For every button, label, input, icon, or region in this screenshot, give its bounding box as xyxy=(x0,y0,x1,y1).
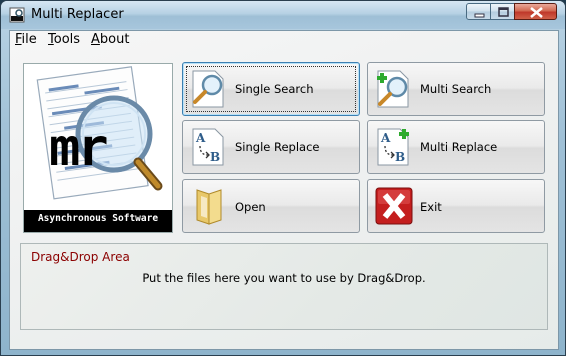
folder-icon xyxy=(196,189,222,225)
drag-drop-hint: Put the files here you want to use by Dr… xyxy=(142,271,426,285)
maximize-button[interactable] xyxy=(490,3,515,20)
minimize-button[interactable] xyxy=(466,3,491,20)
logo-letters: mr xyxy=(49,118,109,178)
exit-label: Exit xyxy=(420,200,442,214)
magnifier-icon xyxy=(192,70,224,108)
svg-text:A: A xyxy=(380,131,391,145)
open-label: Open xyxy=(235,200,266,214)
svg-text:B: B xyxy=(210,150,220,164)
maximize-icon xyxy=(498,7,509,17)
minimize-icon xyxy=(474,13,485,18)
title-bar[interactable]: Multi Replacer xyxy=(1,1,565,29)
single-replace-button[interactable]: A B Single Replace xyxy=(182,120,360,174)
multi-replace-label: Multi Replace xyxy=(420,140,498,154)
app-window: Multi Replacer File Tools About mr Async… xyxy=(0,0,566,356)
replace-ab-plus-icon: A B xyxy=(377,128,409,166)
close-icon xyxy=(530,7,543,18)
multi-replace-button[interactable]: A B Multi Replace xyxy=(367,120,545,174)
multi-search-button[interactable]: Multi Search xyxy=(367,62,545,116)
single-search-button[interactable]: Single Search xyxy=(182,62,360,116)
window-title: Multi Replacer xyxy=(31,7,124,22)
replace-ab-icon: A B xyxy=(192,128,224,166)
svg-text:A: A xyxy=(195,131,206,145)
single-replace-label: Single Replace xyxy=(235,140,320,154)
exit-x-icon xyxy=(375,187,413,225)
client-area: File Tools About mr Asynchronous Softwar… xyxy=(9,30,559,350)
svg-text:B: B xyxy=(395,150,405,164)
menu-file[interactable]: File xyxy=(15,32,37,47)
menu-about[interactable]: About xyxy=(91,32,129,47)
open-button[interactable]: Open xyxy=(182,179,360,233)
menu-bar: File Tools About xyxy=(10,31,558,50)
drag-drop-area[interactable]: Drag&Drop Area Put the files here you wa… xyxy=(20,243,548,330)
product-logo: mr Asynchronous Software xyxy=(23,63,173,233)
magnifier-plus-icon xyxy=(377,70,409,108)
app-icon[interactable] xyxy=(9,7,25,23)
menu-tools[interactable]: Tools xyxy=(48,32,80,47)
single-search-label: Single Search xyxy=(235,82,314,96)
drag-drop-title: Drag&Drop Area xyxy=(31,250,130,264)
close-button[interactable] xyxy=(514,3,557,20)
logo-caption: Asynchronous Software xyxy=(37,213,159,224)
multi-search-label: Multi Search xyxy=(420,82,492,96)
exit-button[interactable]: Exit xyxy=(367,179,545,233)
